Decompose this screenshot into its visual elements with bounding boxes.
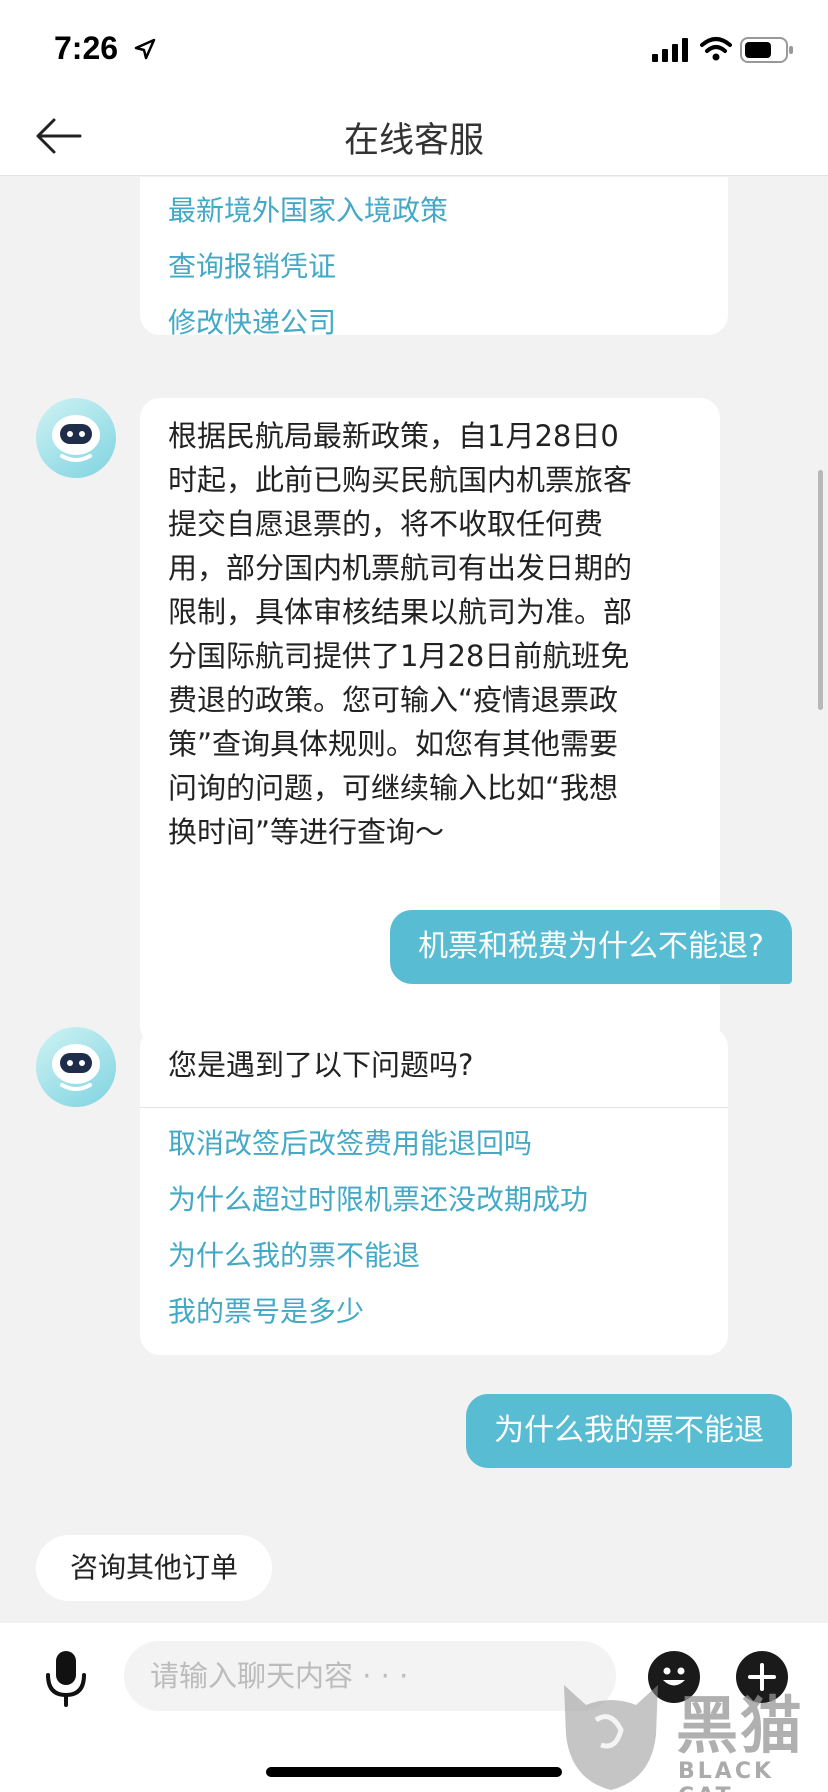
message-line: 用，部分国内机票航司有出发日期的 — [168, 551, 633, 585]
chat-area[interactable]: 最新境外国家入境政策 查询报销凭证 修改快递公司 根据民航局最新政策，自1月28… — [0, 177, 828, 1507]
chat-input[interactable]: 请输入聊天内容 · · · — [124, 1641, 616, 1711]
message-line: 策”查询具体规则。如您有其他需要 — [168, 727, 619, 761]
page-title: 在线客服 — [343, 121, 484, 161]
message-line: 时起，此前已购买民航国内机票旅客 — [168, 463, 633, 497]
nav-bar: 在线客服 — [0, 100, 828, 176]
user-message: 为什么我的票不能退 — [466, 1394, 792, 1468]
robot-avatar-icon — [36, 398, 116, 478]
message-line: 提交自愿退票的，将不收取任何费 — [168, 507, 604, 541]
bot-link-card-top: 最新境外国家入境政策 查询报销凭证 修改快递公司 — [140, 177, 728, 339]
wifi-icon — [700, 37, 732, 61]
location-arrow-icon — [134, 38, 156, 60]
message-line: 换时间”等进行查询～ — [168, 815, 445, 849]
faq-link[interactable]: 修改快递公司 — [140, 295, 728, 351]
message-line: 费退的政策。您可输入“疫情退票政 — [168, 683, 619, 717]
user-message: 机票和税费为什么不能退? — [390, 910, 792, 984]
faq-link[interactable]: 我的票号是多少 — [140, 1284, 728, 1340]
question-heading: 您是遇到了以下问题吗? — [168, 1048, 474, 1082]
scrollbar[interactable] — [818, 470, 823, 710]
robot-avatar-icon — [36, 1027, 116, 1107]
message-line: 限制，具体审核结果以航司为准。部 — [168, 595, 633, 629]
status-bar: 7:26 — [0, 0, 828, 100]
signal-icon — [652, 38, 688, 62]
home-indicator — [266, 1767, 562, 1777]
other-order-button[interactable]: 咨询其他订单 — [36, 1535, 272, 1601]
watermark-logo: 黑猫 BLACK CAT — [556, 1675, 828, 1792]
bot-question-card: 您是遇到了以下问题吗? 取消改签后改签费用能退回吗 为什么超过时限机票还没改期成… — [140, 1027, 728, 1355]
faq-link[interactable]: 最新境外国家入境政策 — [140, 183, 728, 239]
watermark-text-en: BLACK CAT — [678, 1759, 775, 1792]
watermark-text-cn: 黑猫 — [676, 1689, 805, 1762]
status-time: 7:26 — [54, 30, 119, 66]
microphone-icon[interactable] — [44, 1649, 88, 1707]
faq-link[interactable]: 为什么超过时限机票还没改期成功 — [140, 1172, 728, 1228]
message-line: 根据民航局最新政策，自1月28日0 — [168, 419, 619, 453]
faq-link[interactable]: 取消改签后改签费用能退回吗 — [140, 1116, 728, 1172]
message-line: 分国际航司提供了1月28日前航班免 — [168, 639, 630, 673]
message-line: 问询的问题，可继续输入比如“我想 — [168, 771, 619, 805]
faq-link[interactable]: 为什么我的票不能退 — [140, 1228, 728, 1284]
battery-icon — [740, 37, 793, 63]
faq-link[interactable]: 查询报销凭证 — [140, 239, 728, 295]
